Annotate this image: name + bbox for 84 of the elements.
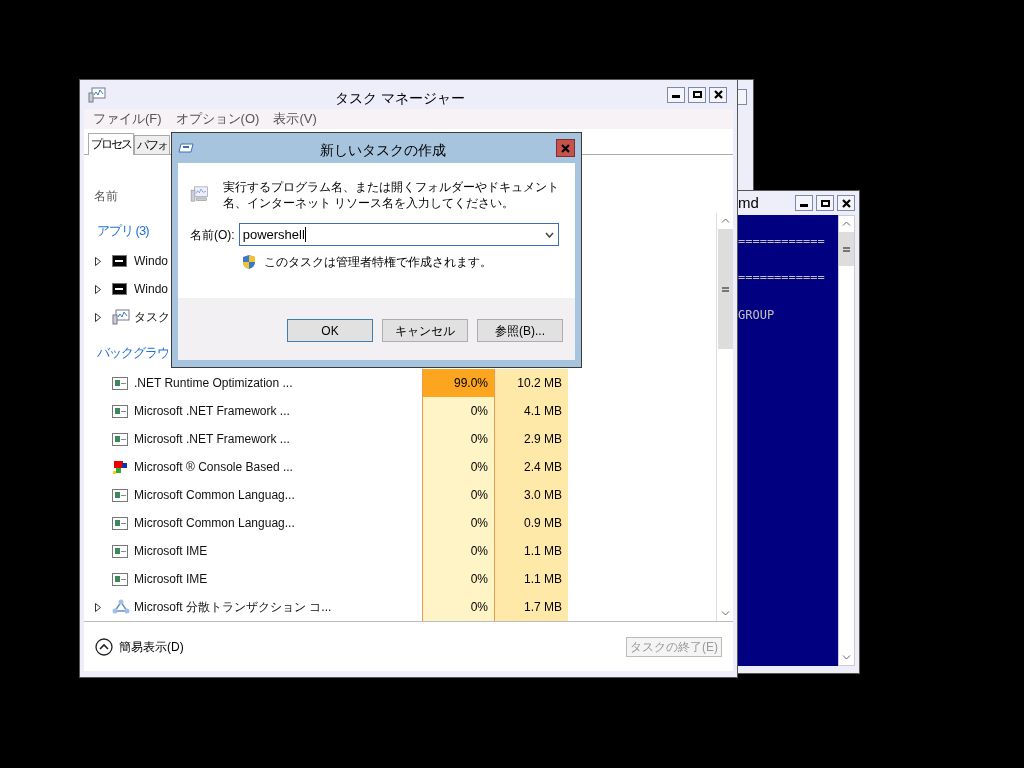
network-nodes-icon bbox=[112, 599, 130, 615]
dialog-button[interactable]: キャンセル bbox=[382, 319, 468, 342]
close-icon bbox=[713, 90, 723, 99]
cpu-cell: 0% bbox=[422, 565, 494, 593]
window-icon bbox=[112, 488, 128, 502]
maximize-button[interactable] bbox=[816, 195, 834, 211]
scrollbar[interactable] bbox=[838, 215, 855, 666]
scroll-thumb[interactable] bbox=[839, 232, 854, 266]
maximize-button[interactable] bbox=[688, 86, 706, 103]
memory-cell: 0.9 MB bbox=[494, 509, 568, 537]
console-text: GROUP bbox=[738, 307, 776, 324]
process-name[interactable]: Microsoft Common Languag... bbox=[134, 514, 422, 532]
column-header: 名前 bbox=[94, 188, 118, 205]
expand-arrow-icon[interactable] bbox=[95, 602, 101, 612]
cpu-cell: 0% bbox=[422, 537, 494, 565]
process-name[interactable]: Microsoft ® Console Based ... bbox=[134, 458, 422, 476]
cpu-cell: 0% bbox=[422, 509, 494, 537]
group-heading: アプリ (3) bbox=[97, 222, 149, 241]
process-name[interactable]: Microsoft Common Languag... bbox=[134, 486, 422, 504]
memory-cell: 1.1 MB bbox=[494, 537, 568, 565]
window-icon bbox=[112, 544, 128, 558]
run-icon bbox=[178, 142, 194, 154]
window-title: md bbox=[738, 192, 759, 213]
group-heading: バックグラウ bbox=[97, 344, 169, 363]
console-text: ============ bbox=[738, 269, 826, 286]
scrollbar[interactable] bbox=[716, 213, 733, 621]
close-icon bbox=[561, 143, 570, 153]
window-icon bbox=[112, 376, 128, 390]
dialog-title: 新しいタスクの作成 bbox=[320, 141, 446, 160]
collapse-icon bbox=[95, 637, 113, 656]
scroll-thumb[interactable] bbox=[717, 229, 733, 349]
window-icon bbox=[112, 404, 128, 418]
cpu-cell: 0% bbox=[422, 397, 494, 425]
close-button[interactable] bbox=[709, 86, 727, 103]
minimize-button[interactable] bbox=[795, 195, 813, 211]
process-name[interactable]: Microsoft .NET Framework ... bbox=[134, 402, 422, 420]
window-icon bbox=[112, 432, 128, 446]
process-name[interactable]: Microsoft IME bbox=[134, 570, 422, 588]
window-icon bbox=[112, 572, 128, 586]
expand-arrow-icon[interactable] bbox=[95, 312, 101, 322]
memory-cell: 3.0 MB bbox=[494, 481, 568, 509]
admin-note: このタスクは管理者特権で作成されます。 bbox=[264, 254, 492, 271]
menu-item[interactable]: ファイル(F) bbox=[93, 109, 162, 129]
console-text: ============ bbox=[738, 233, 826, 250]
minimize-button[interactable] bbox=[667, 86, 685, 103]
window-title: タスク マネージャー bbox=[335, 89, 465, 108]
menu-item[interactable]: オプション(O) bbox=[175, 109, 260, 129]
process-name[interactable]: Microsoft IME bbox=[134, 542, 422, 560]
cpu-cell: 0% bbox=[422, 481, 494, 509]
cpu-cell: 99.0% bbox=[422, 369, 494, 397]
monitor-icon bbox=[88, 86, 106, 103]
dropdown-caret-icon[interactable] bbox=[544, 231, 554, 238]
expand-arrow-icon[interactable] bbox=[95, 256, 101, 266]
memory-cell: 1.1 MB bbox=[494, 565, 568, 593]
cpu-cell: 0% bbox=[422, 453, 494, 481]
dialog-button[interactable]: 参照(B)... bbox=[477, 319, 563, 342]
colored-blocks-icon bbox=[112, 459, 130, 475]
console-icon bbox=[112, 283, 127, 295]
tab[interactable]: パフォ bbox=[134, 135, 170, 154]
dialog-button[interactable]: OK bbox=[287, 319, 373, 342]
memory-cell: 10.2 MB bbox=[494, 369, 568, 397]
memory-cell: 2.4 MB bbox=[494, 453, 568, 481]
process-name[interactable]: Microsoft .NET Framework ... bbox=[134, 430, 422, 448]
window-icon bbox=[112, 516, 128, 530]
close-button[interactable] bbox=[837, 195, 855, 211]
monitor-icon bbox=[112, 309, 130, 325]
process-name[interactable]: Microsoft 分散トランザクション コ... bbox=[134, 598, 422, 616]
tab[interactable]: プロセス bbox=[88, 133, 134, 155]
shield-icon bbox=[242, 254, 256, 270]
memory-cell: 4.1 MB bbox=[494, 397, 568, 425]
description-text: 実行するプログラム名、または開くフォルダーやドキュメント名、インターネット リソース名を入力してください。 bbox=[222, 179, 560, 211]
cpu-cell: 0% bbox=[422, 593, 494, 621]
memory-cell: 1.7 MB bbox=[494, 593, 568, 621]
close-button[interactable] bbox=[737, 89, 747, 105]
memory-cell: 2.9 MB bbox=[494, 425, 568, 453]
menu-item[interactable]: 表示(V) bbox=[273, 109, 317, 129]
close-icon bbox=[841, 198, 851, 208]
field-label: 名前(O): bbox=[190, 226, 235, 244]
console-icon bbox=[112, 255, 127, 267]
process-name[interactable]: .NET Runtime Optimization ... bbox=[134, 374, 422, 392]
expand-arrow-icon[interactable] bbox=[95, 284, 101, 294]
fewer-details-button[interactable]: 簡易表示(D) bbox=[95, 637, 184, 656]
name-combo-box[interactable]: powershell bbox=[238, 223, 559, 246]
cpu-cell: 0% bbox=[422, 425, 494, 453]
